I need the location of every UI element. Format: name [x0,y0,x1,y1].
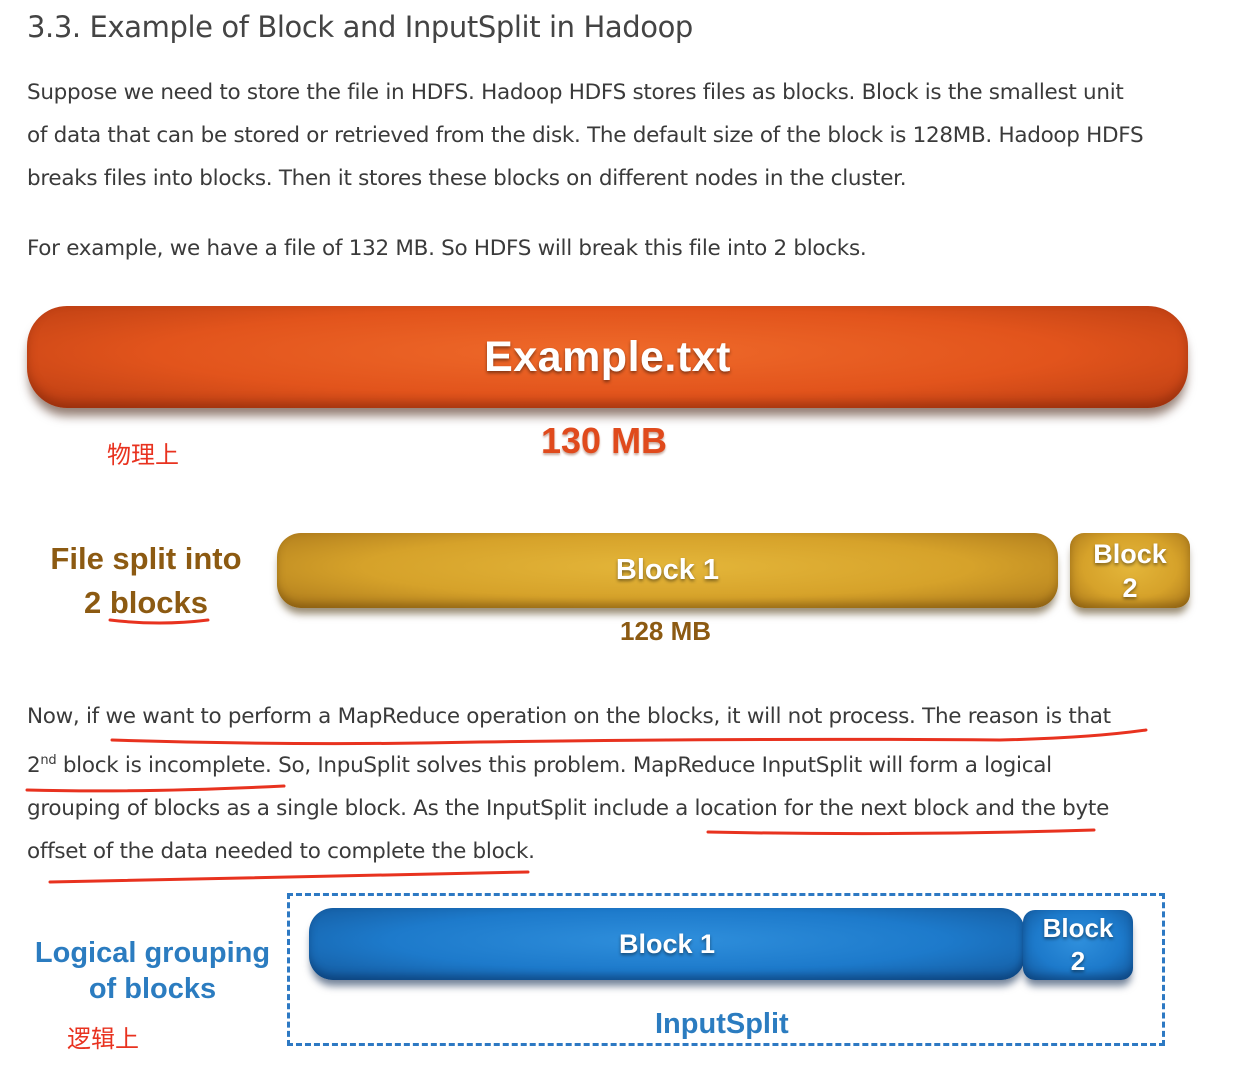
split-label-line: 2 blocks [83,585,209,620]
block2-bar: Block 2 [1070,533,1190,608]
paragraph-intro: Suppose we need to store the file in HDF… [27,71,1144,200]
logical-block1-bar: Block 1 [309,908,1025,980]
block1-size-label: 128 MB [620,616,712,646]
logical-grouping-label: Logical grouping of blocks [30,935,275,1007]
annotation-logical: 逻辑上 [67,1025,139,1053]
inputsplit-label: InputSplit [655,1008,789,1040]
file-bar: Example.txt [27,306,1188,408]
logical-block2-label-line: Block [1042,913,1114,943]
paragraph-line: Suppose we need to store the file in HDF… [27,80,1124,105]
logical-label-line: of blocks [88,973,217,1005]
paragraph-line: grouping of blocks as a single block. As… [27,796,1109,821]
ordinal-suffix: nd [40,752,57,768]
paragraph-mapreduce: Now, if we want to perform a MapReduce o… [27,695,1111,873]
split-label-line: File split into [50,541,242,576]
block2-label-line: Block [1093,538,1167,569]
ordinal-number: 2 [27,753,41,778]
underline-mark [48,870,530,884]
paragraph-line: of data that can be stored or retrieved … [27,123,1144,148]
logical-block2-label-line: 2 [1070,946,1086,976]
block2-label-line: 2 [1122,572,1138,603]
logical-block2-bar: Block 2 [1023,910,1133,980]
file-size-label: 130 MB [541,420,668,461]
paragraph-line: Now, if we want to perform a MapReduce o… [27,704,1111,729]
file-name: Example.txt [484,332,731,381]
logical-label-line: Logical grouping [34,937,271,969]
paragraph-line-text: block is incomplete. So, InpuSplit solve… [56,753,1052,778]
block1-label: Block 1 [615,554,720,586]
paragraph-line: breaks files into blocks. Then it stores… [27,166,907,191]
paragraph-example: For example, we have a file of 132 MB. S… [27,236,867,261]
paragraph-line: 2nd block is incomplete. So, InpuSplit s… [27,744,1111,787]
annotation-physical: 物理上 [107,441,179,469]
block1-bar: Block 1 [277,533,1058,608]
logical-block1-label: Block 1 [618,928,716,959]
paragraph-line: offset of the data needed to complete th… [27,839,535,864]
split-label: File split into 2 blocks [40,537,252,625]
section-heading: 3.3. Example of Block and InputSplit in … [27,10,693,44]
